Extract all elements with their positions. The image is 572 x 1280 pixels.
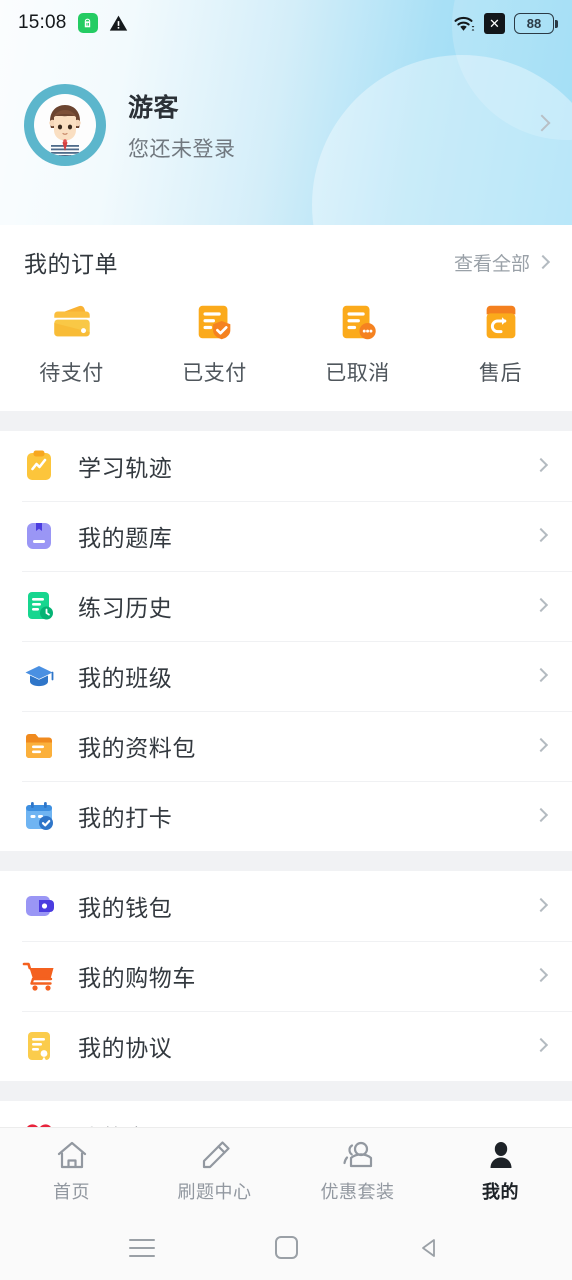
chevron-right-icon <box>533 807 550 825</box>
orders-title: 我的订单 <box>24 251 118 277</box>
heart-icon <box>27 1124 51 1127</box>
order-status-aftersales[interactable]: 售后 <box>429 299 572 387</box>
home-icon <box>57 1141 86 1169</box>
menu-item-my-class[interactable]: 我的班级 <box>0 641 572 711</box>
chevron-right-icon <box>533 897 550 915</box>
chevron-right-icon <box>533 527 550 545</box>
menu-item-practice-history[interactable]: 练习历史 <box>0 571 572 641</box>
battery-icon: 88 <box>514 12 558 34</box>
shopping-cart-icon <box>22 962 54 991</box>
profile-chevron-right-icon[interactable] <box>533 114 551 134</box>
profile-row[interactable]: 游客 您还未登录 <box>0 60 572 190</box>
profile-name: 游客 <box>128 93 180 122</box>
wifi-icon <box>454 16 475 31</box>
profile-header: 15:08 ✕ 88 游客 您还未登录 <box>0 0 572 225</box>
menu-item-customer-service[interactable]: 我的客服 <box>0 1101 572 1127</box>
person-icon <box>490 1142 511 1168</box>
document-check-icon <box>198 305 230 340</box>
menu-item-label: 我的购物车 <box>78 965 196 991</box>
home-square-icon[interactable] <box>269 1231 303 1265</box>
tab-home[interactable]: 首页 <box>0 1139 143 1204</box>
menu-item-label: 我的题库 <box>78 525 173 551</box>
no-sim-icon: ✕ <box>484 12 505 34</box>
agreement-doc-icon <box>28 1032 50 1061</box>
bottom-tab-bar: 首页 刷题中心 优惠套装 我的 <box>0 1127 572 1215</box>
orders-card: 我的订单 查看全部 待支付 已支付 已取消 售后 <box>0 225 572 411</box>
wallet-card-icon <box>53 305 90 337</box>
warning-icon <box>109 15 127 31</box>
box-return-icon <box>486 305 515 339</box>
profile-subtitle: 您还未登录 <box>128 137 236 161</box>
menu-item-label: 学习轨迹 <box>78 455 173 481</box>
view-all-label: 查看全部 <box>453 253 530 275</box>
status-bar-time: 15:08 <box>18 12 67 33</box>
section-gap <box>0 851 572 871</box>
battery-level: 88 <box>526 15 542 31</box>
chevron-right-icon <box>533 457 550 475</box>
wallet-icon <box>26 896 54 916</box>
order-status-cancelled[interactable]: 已取消 <box>286 299 429 387</box>
tab-label: 刷题中心 <box>177 1182 252 1202</box>
menu-item-checkin[interactable]: 我的打卡 <box>0 781 572 851</box>
menu-group-support: 我的客服 <box>0 1101 572 1127</box>
menu-item-label: 我的资料包 <box>78 735 196 761</box>
menu-item-label: 我的打卡 <box>78 805 173 831</box>
menu-item-wallet[interactable]: 我的钱包 <box>0 871 572 941</box>
order-status-pending[interactable]: 待支付 <box>0 299 143 387</box>
chevron-right-icon <box>533 667 550 685</box>
menu-item-label: 我的钱包 <box>78 895 173 921</box>
menu-group-commerce: 我的钱包 我的购物车 我的协议 <box>0 871 572 1081</box>
graduation-cap-icon <box>25 666 54 687</box>
clipboard-wave-icon <box>27 450 51 480</box>
menu-item-label: 我的协议 <box>78 1035 173 1061</box>
menu-item-question-bank[interactable]: 我的题库 <box>0 501 572 571</box>
menu-item-agreement[interactable]: 我的协议 <box>0 1011 572 1081</box>
order-status-label: 已取消 <box>325 362 390 385</box>
menu-item-shopping-cart[interactable]: 我的购物车 <box>0 941 572 1011</box>
tab-practice-center[interactable]: 刷题中心 <box>143 1139 286 1204</box>
tab-mine[interactable]: 我的 <box>429 1139 572 1204</box>
menu-group-study: 学习轨迹 我的题库 练习历史 我的班级 我的资料包 我的打卡 <box>0 431 572 851</box>
chevron-right-icon <box>533 1037 550 1055</box>
history-doc-icon <box>28 592 53 620</box>
menu-item-label: 我的客服 <box>78 1119 172 1127</box>
tab-label: 优惠套装 <box>320 1182 395 1202</box>
back-triangle-icon[interactable] <box>413 1231 447 1265</box>
status-bar: 15:08 ✕ 88 <box>0 0 572 46</box>
order-status-label: 待支付 <box>39 362 104 385</box>
avatar[interactable] <box>24 84 106 166</box>
view-all-orders-button[interactable]: 查看全部 <box>453 249 551 276</box>
chevron-right-icon <box>533 967 550 985</box>
orders-header: 我的订单 查看全部 <box>0 225 572 285</box>
order-status-paid[interactable]: 已支付 <box>143 299 286 387</box>
document-dots-icon <box>342 305 376 340</box>
chevron-right-icon <box>533 737 550 755</box>
app-screen: 15:08 ✕ 88 游客 您还未登录 我的订单 查看全部 待支付 已支付 已取… <box>0 0 572 1280</box>
content-scroll[interactable]: 我的订单 查看全部 待支付 已支付 已取消 售后 学习轨迹 我的题库 练习历史 … <box>0 225 572 1127</box>
section-gap <box>0 1081 572 1101</box>
chevron-right-icon <box>533 597 550 615</box>
menu-item-label: 我的班级 <box>78 665 173 691</box>
chevron-right-icon <box>535 254 551 270</box>
order-status-label: 已支付 <box>182 362 247 385</box>
question-bank-icon <box>27 523 51 549</box>
bag-icon <box>77 13 98 33</box>
folder-icon <box>26 734 52 758</box>
pencil-icon <box>202 1141 230 1169</box>
section-gap <box>0 411 572 431</box>
recents-icon[interactable] <box>125 1231 159 1265</box>
orders-status-grid: 待支付 已支付 已取消 售后 <box>0 285 572 411</box>
tab-label: 首页 <box>53 1182 90 1202</box>
menu-item-material-pack[interactable]: 我的资料包 <box>0 711 572 781</box>
avatar-image <box>34 94 96 156</box>
order-status-label: 售后 <box>479 362 522 385</box>
tab-discount-packages[interactable]: 优惠套装 <box>286 1139 429 1204</box>
menu-item-study-track[interactable]: 学习轨迹 <box>0 431 572 501</box>
calendar-check-icon <box>26 802 53 830</box>
tab-label: 我的 <box>482 1182 519 1202</box>
people-icon <box>342 1141 372 1168</box>
menu-item-label: 练习历史 <box>78 595 173 621</box>
system-navigation-bar <box>0 1215 572 1280</box>
